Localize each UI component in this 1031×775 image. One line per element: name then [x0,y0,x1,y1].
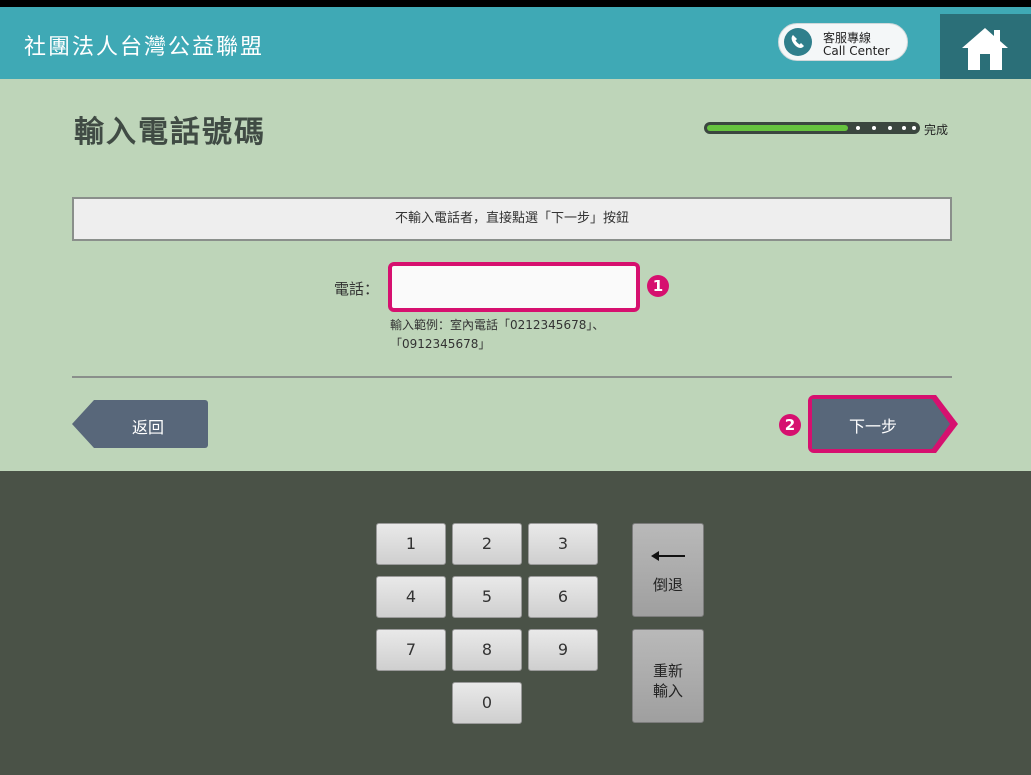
back-button-label: 返回 [132,418,165,437]
keypad-area: 1 2 3 4 5 6 7 8 9 0 倒退 重新 輸入 [0,471,1031,775]
progress-dot [902,126,906,130]
next-button-highlight: 下一步 [808,395,958,453]
reset-button[interactable]: 重新 輸入 [632,629,704,723]
call-center-button[interactable]: 客服專線 Call Center [778,23,908,61]
phone-input[interactable] [388,262,640,312]
reset-label-line2: 輸入 [652,682,683,700]
divider [72,376,952,378]
page-title: 輸入電話號碼 [74,115,266,150]
next-button-label: 下一步 [849,417,898,436]
key-0[interactable]: 0 [452,682,522,724]
backspace-label: 倒退 [652,576,683,594]
key-7[interactable]: 7 [376,629,446,671]
step-badge-2: 2 [779,414,801,436]
key-8[interactable]: 8 [452,629,522,671]
notice-box: 不輸入電話者，直接點選「下一步」按鈕 [72,197,952,241]
reset-label-line1: 重新 [652,662,683,680]
left-arrow-icon [651,551,685,561]
main-content: 輸入電話號碼 完成 不輸入電話者，直接點選「下一步」按鈕 電話： 1 輸入範例：… [0,79,1031,471]
top-strip [0,0,1031,7]
key-3[interactable]: 3 [528,523,598,565]
header-bar: 社團法人台灣公益聯盟 客服專線 Call Center [0,7,1031,86]
back-button[interactable]: 返回 [72,400,208,448]
progress-fill [707,125,848,131]
next-button[interactable]: 下一步 [812,399,950,449]
key-2[interactable]: 2 [452,523,522,565]
key-1[interactable]: 1 [376,523,446,565]
home-icon [962,28,1008,70]
home-button[interactable] [940,14,1031,86]
progress-dot [872,126,876,130]
call-center-label-en: Call Center [823,44,890,58]
phone-hint: 「0912345678」 [390,337,491,351]
backspace-button[interactable]: 倒退 [632,523,704,617]
step-badge-1: 1 [647,275,669,297]
progress-dot [888,126,892,130]
progress-label: 完成 [924,123,949,137]
progress-dot [856,126,860,130]
key-4[interactable]: 4 [376,576,446,618]
phone-hint: 輸入範例：室內電話「0212345678」、 [390,318,605,332]
key-5[interactable]: 5 [452,576,522,618]
progress-bar [704,122,920,134]
progress-dot [912,126,916,130]
key-6[interactable]: 6 [528,576,598,618]
org-name: 社團法人台灣公益聯盟 [24,35,265,60]
phone-icon [784,28,812,56]
key-9[interactable]: 9 [528,629,598,671]
phone-label: 電話： [334,280,380,298]
